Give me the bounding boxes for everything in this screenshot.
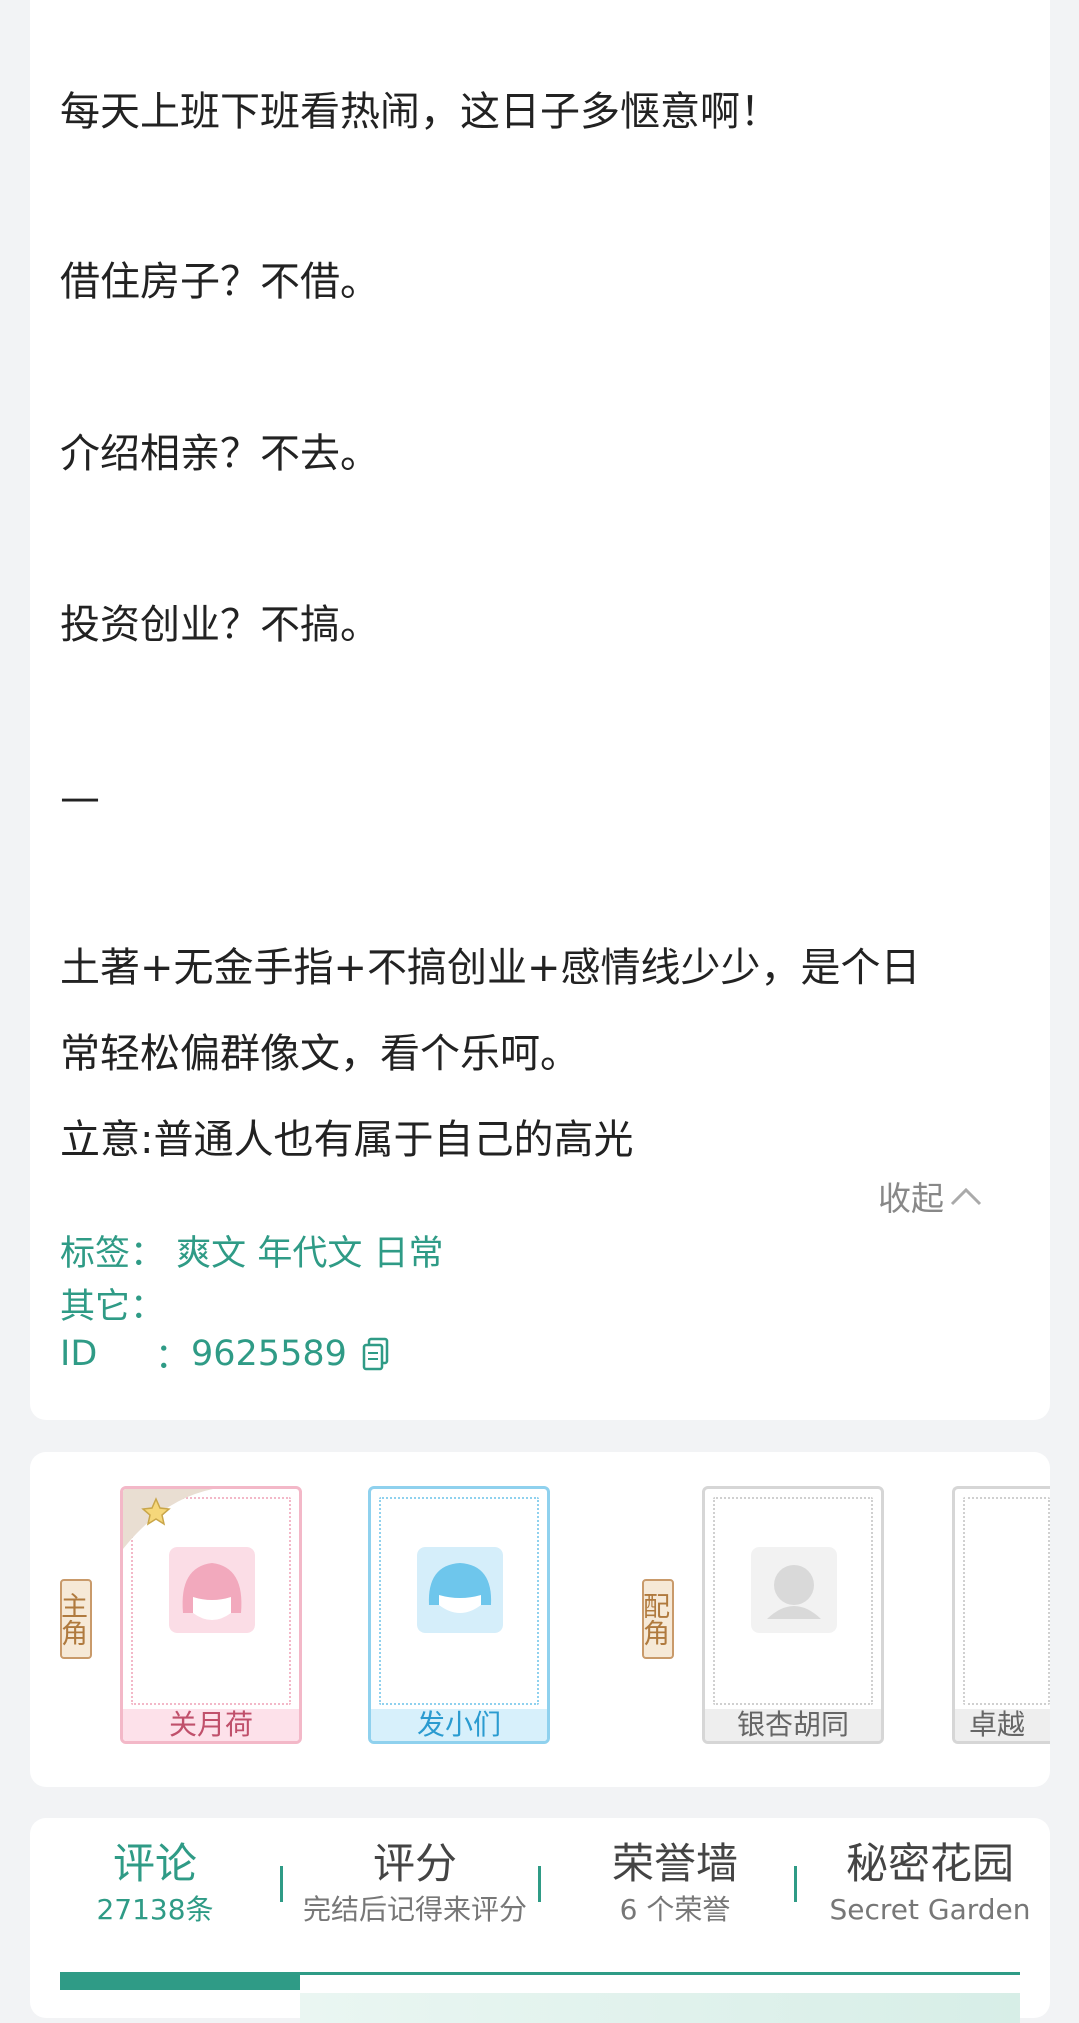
role-card-zhuoyue[interactable]: 卓越 xyxy=(952,1486,1050,1744)
id-row: ID ： 9625589 xyxy=(60,1328,391,1379)
id-label: ID xyxy=(60,1333,98,1374)
collapse-label: 收起 xyxy=(878,1179,944,1218)
collapse-button[interactable]: 收起 xyxy=(878,1172,984,1220)
intro-paragraph: 每天上班下班看热闹，这日子多惬意啊！ xyxy=(60,89,780,135)
tab-title: 评论 xyxy=(112,1839,197,1888)
tab-secret-garden[interactable]: 秘密花园 Secret Garden xyxy=(810,1838,1050,1930)
role-name: 关月荷 xyxy=(123,1709,299,1741)
role-name: 银杏胡同 xyxy=(705,1709,881,1741)
role-frame xyxy=(963,1497,1050,1705)
role-name: 卓越 xyxy=(955,1709,1050,1741)
id-value: 9625589 xyxy=(191,1333,347,1374)
role-card-guanyuehe[interactable]: 关月荷 xyxy=(120,1486,302,1744)
roles-card: 主角 关月荷 发小们 配角 银杏胡同 卓越 xyxy=(30,1452,1050,1787)
intro-divider: — xyxy=(60,775,100,821)
star-icon xyxy=(123,1489,213,1549)
avatar-placeholder xyxy=(751,1547,837,1633)
main-role-tag: 主角 xyxy=(56,1579,92,1659)
intro-paragraph: 土著+无金手指+不搞创业+感情线少少，是个日 xyxy=(60,945,921,991)
role-name: 发小们 xyxy=(371,1709,547,1741)
other-label: 其它： xyxy=(60,1287,166,1327)
id-colon: ： xyxy=(155,1337,191,1377)
tab-comments[interactable]: 评论 27138条 xyxy=(60,1838,250,1930)
tab-title: 评分 xyxy=(372,1839,457,1888)
tab-rating[interactable]: 评分 完结后记得来评分 xyxy=(285,1838,545,1930)
tab-separator xyxy=(794,1866,797,1902)
tabs-card: 评论 27138条 评分 完结后记得来评分 荣誉墙 6 个荣誉 秘密花园 Sec… xyxy=(30,1818,1050,2023)
role-card-yinxinghutong[interactable]: 银杏胡同 xyxy=(702,1486,884,1744)
tags-label: 标签： xyxy=(60,1234,166,1274)
intro-paragraph: 常轻松偏群像文，看个乐呵。 xyxy=(60,1031,580,1077)
intro-paragraph: 介绍相亲？不去。 xyxy=(60,431,380,477)
avatar-pink xyxy=(169,1547,255,1633)
copy-icon[interactable] xyxy=(361,1337,391,1371)
tab-title: 荣誉墙 xyxy=(611,1839,738,1888)
tab-subtitle: 6 个荣誉 xyxy=(619,1893,731,1926)
tag-link[interactable]: 日常 xyxy=(373,1234,443,1274)
chevron-up-icon xyxy=(950,1187,982,1206)
intro-paragraph: 立意:普通人也有属于自己的高光 xyxy=(60,1117,634,1163)
avatar-blue xyxy=(417,1547,503,1633)
tags-row: 标签： 爽文 年代文 日常 xyxy=(60,1225,443,1276)
other-row: 其它： xyxy=(60,1278,165,1329)
active-tab-indicator xyxy=(60,1972,300,1990)
tag-link[interactable]: 年代文 xyxy=(257,1234,362,1274)
intro-card: 每天上班下班看热闹，这日子多惬意啊！ 借住房子？不借。 介绍相亲？不去。 投资创… xyxy=(30,0,1050,1420)
tab-subtitle: 27138条 xyxy=(96,1893,214,1926)
tab-separator xyxy=(538,1866,541,1902)
role-card-faxiaomen[interactable]: 发小们 xyxy=(368,1486,550,1744)
tag-link[interactable]: 爽文 xyxy=(176,1234,246,1274)
intro-paragraph: 投资创业？不搞。 xyxy=(60,602,380,648)
banner-image xyxy=(300,1993,1020,2023)
tab-subtitle: 完结后记得来评分 xyxy=(302,1893,527,1926)
tab-honor-wall[interactable]: 荣誉墙 6 个荣誉 xyxy=(550,1838,800,1930)
tab-subtitle: Secret Garden xyxy=(829,1893,1031,1926)
intro-paragraph: 借住房子？不借。 xyxy=(60,259,380,305)
tab-title: 秘密花园 xyxy=(845,1839,1014,1888)
tab-separator xyxy=(280,1866,283,1902)
support-role-tag: 配角 xyxy=(638,1579,674,1659)
